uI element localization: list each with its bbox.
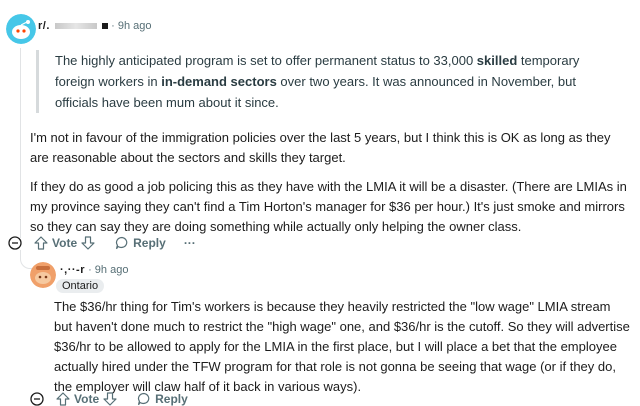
comment-paragraph: If they do as good a job policing this a…: [30, 179, 627, 234]
snoo-avatar-icon: [30, 262, 56, 288]
redacted-username: [54, 23, 97, 30]
downvote-icon[interactable]: [81, 236, 95, 250]
reply-icon: [116, 236, 128, 250]
comment-meta: ·,··-r · 9h ago: [60, 264, 128, 276]
upvote-icon[interactable]: [34, 236, 48, 250]
comment-body: The $36/hr thing for Tim's workers is be…: [54, 299, 630, 394]
quote-text-1: The highly anticipated program is set to…: [55, 53, 477, 68]
username[interactable]: r/.: [38, 20, 50, 32]
timestamp[interactable]: 9h ago: [95, 264, 129, 276]
timestamp[interactable]: 9h ago: [118, 20, 152, 32]
collapse-thread-button[interactable]: [8, 236, 22, 250]
blockquote: The highly anticipated program is set to…: [36, 50, 615, 113]
more-options-button[interactable]: ···: [184, 236, 196, 250]
user-flair-wrap: Ontario: [56, 277, 105, 293]
quote-bold-sectors: in-demand sectors: [161, 74, 277, 89]
reply-label: Reply: [133, 236, 166, 250]
minus-circle-icon: [8, 236, 22, 250]
quote-bold-skilled: skilled: [476, 53, 518, 68]
thread-line[interactable]: [20, 48, 21, 238]
vote-group: Vote: [34, 236, 95, 250]
redaction-mark: [102, 23, 109, 30]
meta-separator: ·: [111, 20, 115, 32]
snoo-avatar-icon: [6, 14, 36, 44]
reply-button[interactable]: Reply: [115, 236, 166, 250]
comment-actions: Vote Reply ···: [8, 236, 196, 250]
username[interactable]: ·,··-r: [60, 264, 85, 276]
vote-label: Vote: [52, 236, 78, 250]
comment-meta: r/. · 9h ago: [38, 20, 151, 32]
user-flair: Ontario: [56, 279, 105, 293]
avatar[interactable]: [30, 262, 56, 288]
avatar[interactable]: [6, 14, 36, 44]
meta-separator: ·: [88, 264, 95, 276]
comment-paragraph: I'm not in favour of the immigration pol…: [30, 130, 611, 165]
reply-connector: [20, 250, 33, 269]
